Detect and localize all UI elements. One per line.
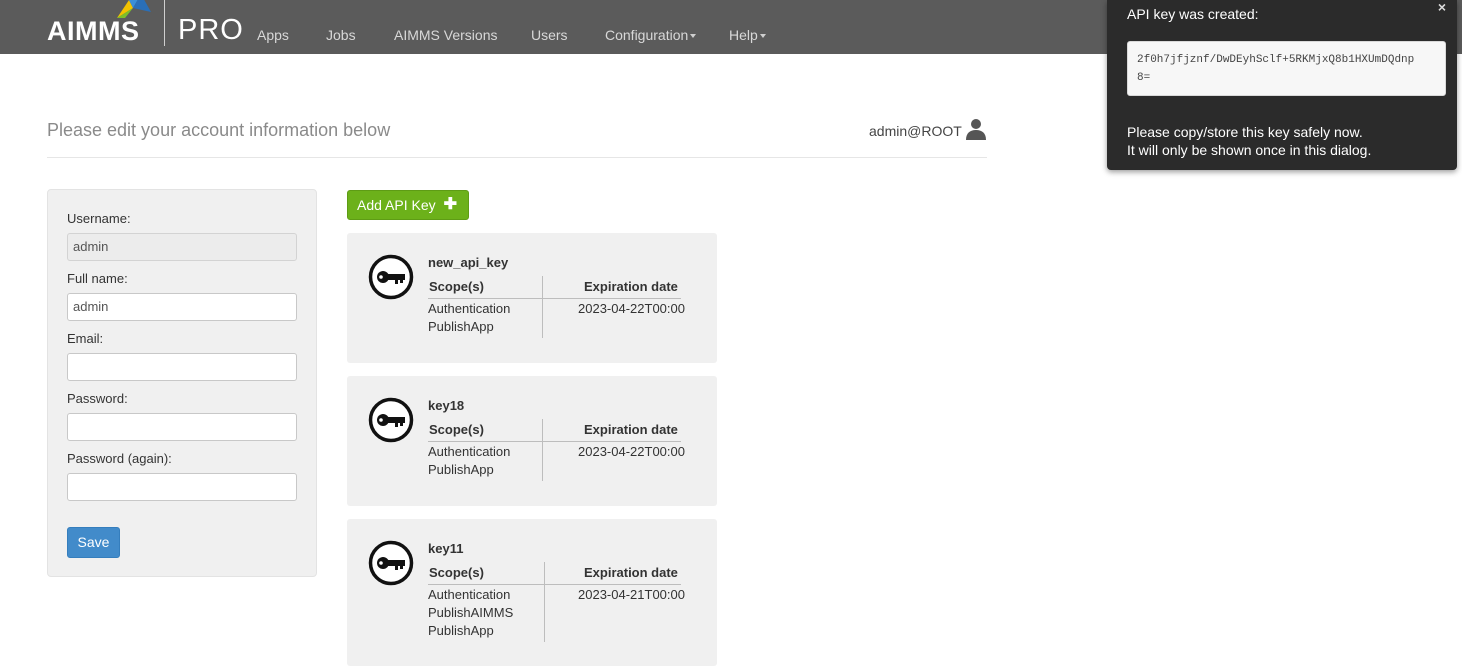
password-again-field[interactable] (67, 473, 297, 501)
nav-apps[interactable]: Apps (257, 27, 289, 43)
scope-item: Authentication (428, 444, 511, 459)
nav-users[interactable]: Users (531, 27, 568, 43)
toast-title: API key was created: (1127, 6, 1259, 22)
logo-text-pro: PRO (178, 14, 244, 46)
add-api-key-button[interactable]: Add API Key ✚ (347, 190, 469, 220)
key-icon (368, 254, 414, 300)
table-divider (428, 584, 681, 585)
api-key-card: new_api_key Scope(s) Expiration date Aut… (347, 233, 717, 363)
password-again-label: Password (again): (67, 451, 172, 466)
email-field[interactable] (67, 353, 297, 381)
caret-down-icon (690, 34, 697, 39)
api-key-value[interactable]: 2f0h7jfjznf/DwDEyhSclf+5RKMjxQ8b1HXUmDQd… (1127, 41, 1446, 96)
expiration-date: 2023-04-22T00:00 (578, 444, 685, 459)
header-divider (47, 157, 987, 158)
api-key-value-line: 2f0h7jfjznf/DwDEyhSclf+5RKMjxQ8b1HXUmDQd… (1137, 54, 1415, 66)
nav-configuration[interactable]: Configuration (605, 27, 697, 43)
expiration-header: Expiration date (584, 422, 678, 437)
table-divider (428, 441, 681, 442)
scope-header: Scope(s) (429, 422, 484, 437)
column-divider (542, 276, 543, 338)
toast-message: It will only be shown once in this dialo… (1127, 142, 1372, 158)
fullname-label: Full name: (67, 271, 128, 286)
expiration-header: Expiration date (584, 565, 678, 580)
scope-item: Authentication (428, 301, 511, 316)
expiration-date: 2023-04-22T00:00 (578, 301, 685, 316)
api-key-name: new_api_key (428, 255, 509, 270)
nav-configuration-label: Configuration (605, 27, 689, 43)
username-label: Username: (67, 211, 131, 226)
scope-item: Authentication (428, 587, 511, 602)
key-icon (368, 397, 414, 443)
logo-divider (164, 0, 165, 46)
api-key-card: key11 Scope(s) Expiration date Authentic… (347, 519, 717, 666)
api-key-name: key18 (428, 398, 465, 413)
email-label: Email: (67, 331, 104, 346)
table-divider (428, 298, 681, 299)
plus-icon: ✚ (443, 196, 457, 213)
nav-help[interactable]: Help (729, 27, 766, 43)
api-key-card: key18 Scope(s) Expiration date Authentic… (347, 376, 717, 506)
add-api-key-label: Add API Key (357, 197, 436, 213)
column-divider (544, 562, 545, 642)
expiration-header: Expiration date (584, 279, 678, 294)
scope-item: PublishApp (428, 623, 494, 638)
password-label: Password: (67, 391, 128, 406)
caret-down-icon (759, 34, 766, 39)
password-field[interactable] (67, 413, 297, 441)
fullname-field[interactable]: admin (67, 293, 297, 321)
scope-item: PublishAIMMS (428, 605, 514, 620)
scope-header: Scope(s) (429, 279, 484, 294)
api-key-value-line: 8= (1137, 72, 1151, 84)
nav-jobs[interactable]: Jobs (326, 27, 356, 43)
scope-item: PublishApp (428, 319, 494, 334)
nav-help-label: Help (729, 27, 758, 43)
expiration-date: 2023-04-21T00:00 (578, 587, 685, 602)
scope-header: Scope(s) (429, 565, 484, 580)
key-icon (368, 540, 414, 586)
user-icon (966, 119, 986, 140)
api-key-name: key11 (428, 541, 464, 556)
scope-item: PublishApp (428, 462, 494, 477)
current-user: admin@ROOT (869, 123, 962, 139)
nav-aimms-versions[interactable]: AIMMS Versions (394, 27, 497, 43)
username-field: admin (67, 233, 297, 261)
close-icon[interactable]: × (1438, 0, 1446, 15)
column-divider (542, 419, 543, 481)
toast-message: Please copy/store this key safely now. (1127, 124, 1363, 140)
save-button[interactable]: Save (67, 527, 120, 558)
account-form: Username: admin Full name: admin Email: … (47, 189, 317, 577)
logo-text-aimms: AIMMS (47, 16, 140, 46)
api-key-created-toast: API key was created: × 2f0h7jfjznf/DwDEy… (1107, 0, 1457, 170)
page-title: Please edit your account information bel… (47, 120, 391, 140)
